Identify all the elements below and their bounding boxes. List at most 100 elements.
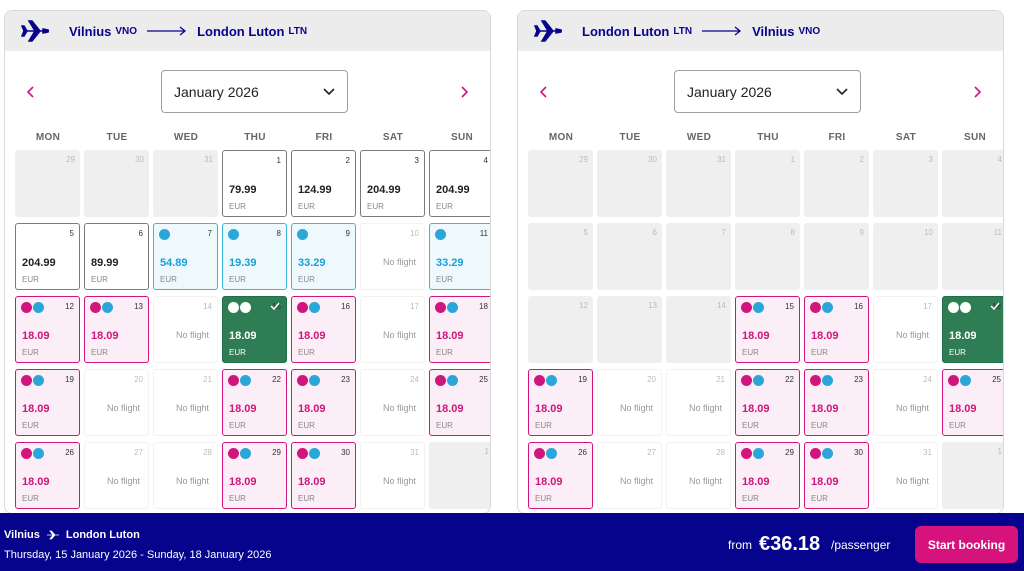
calendar-day[interactable]: 1 79.99 EUR (222, 150, 287, 217)
star-badge-icon (810, 448, 821, 459)
day-number: 14 (203, 302, 212, 311)
calendar-day[interactable]: 28 No flight (666, 442, 731, 509)
calendar-day[interactable]: 23 18.09 EUR (291, 369, 356, 436)
calendar-day[interactable]: 26 18.09 EUR (15, 442, 80, 509)
calendar-day[interactable]: 15 18.09 EUR (222, 296, 287, 363)
calendar-day[interactable]: 19 18.09 EUR (528, 369, 593, 436)
calendar-day[interactable]: 27 No flight (84, 442, 149, 509)
calendar-day[interactable]: 30 18.09 EUR (804, 442, 869, 509)
month-select[interactable]: January 2026 (161, 70, 348, 113)
calendar-day[interactable]: 3 204.99 EUR (360, 150, 425, 217)
weekday-fri: FRI (315, 132, 333, 143)
calendar-day[interactable]: 22 18.09 EUR (222, 369, 287, 436)
calendar-day[interactable]: 31 No flight (873, 442, 938, 509)
calendar-day[interactable]: 4 204.99 EUR (429, 150, 490, 217)
discount-badge-icon (240, 302, 251, 313)
calendar-day[interactable]: 11 33.29 EUR (429, 223, 490, 290)
inbound-calendar: London Luton LTN Vilnius VNO January 202… (517, 10, 1004, 514)
calendar-day[interactable]: 25 18.09 EUR (429, 369, 490, 436)
day-number: 27 (134, 448, 143, 457)
calendar-day[interactable]: 29 18.09 EUR (222, 442, 287, 509)
day-number: 30 (341, 448, 350, 457)
calendar-day[interactable]: 12 18.09 EUR (15, 296, 80, 363)
calendar-day[interactable]: 24 No flight (873, 369, 938, 436)
start-booking-button[interactable]: Start booking (915, 526, 1018, 563)
calendar-day[interactable]: 5 204.99 EUR (15, 223, 80, 290)
calendar-day[interactable]: 29 18.09 EUR (735, 442, 800, 509)
calendar-day[interactable]: 21 No flight (666, 369, 731, 436)
month-select[interactable]: January 2026 (674, 70, 861, 113)
calendar-day: 30 (597, 150, 662, 217)
currency-label: EUR (949, 421, 966, 430)
calendar-day[interactable]: 26 18.09 EUR (528, 442, 593, 509)
day-number: 27 (647, 448, 656, 457)
deal-badges (90, 302, 113, 313)
calendar-day[interactable]: 14 No flight (153, 296, 218, 363)
calendar-day[interactable]: 23 18.09 EUR (804, 369, 869, 436)
calendar-day[interactable]: 9 33.29 EUR (291, 223, 356, 290)
chevron-left-icon[interactable] (25, 85, 37, 99)
calendar-day[interactable]: 22 18.09 EUR (735, 369, 800, 436)
calendar-day[interactable]: 15 18.09 EUR (735, 296, 800, 363)
deal-badges (741, 375, 764, 386)
calendar-day: 14 (666, 296, 731, 363)
currency-label: EUR (298, 348, 315, 357)
calendar-day[interactable]: 20 No flight (597, 369, 662, 436)
calendar-day[interactable]: 27 No flight (597, 442, 662, 509)
calendar-day[interactable]: 18 18.09 EUR (942, 296, 1003, 363)
star-badge-icon (435, 375, 446, 386)
calendar-day[interactable]: 13 18.09 EUR (84, 296, 149, 363)
day-number: 6 (138, 229, 143, 238)
calendar-day[interactable]: 6 89.99 EUR (84, 223, 149, 290)
chevron-left-icon[interactable] (538, 85, 550, 99)
calendar-day: 31 (153, 150, 218, 217)
currency-label: EUR (811, 348, 828, 357)
day-number: 31 (923, 448, 932, 457)
calendar-day[interactable]: 20 No flight (84, 369, 149, 436)
calendar-day[interactable]: 28 No flight (153, 442, 218, 509)
calendar-day[interactable]: 21 No flight (153, 369, 218, 436)
calendar-day[interactable]: 17 No flight (873, 296, 938, 363)
calendar-day[interactable]: 16 18.09 EUR (291, 296, 356, 363)
no-flight-label: No flight (895, 403, 929, 413)
day-number: 3 (414, 156, 419, 165)
calendar-day[interactable]: 8 19.39 EUR (222, 223, 287, 290)
star-badge-icon (810, 375, 821, 386)
chevron-right-icon[interactable] (971, 85, 983, 99)
day-number: 6 (652, 228, 657, 237)
currency-label: EUR (811, 421, 828, 430)
deal-badges (435, 229, 446, 240)
calendar-day[interactable]: 31 No flight (360, 442, 425, 509)
star-badge-icon (948, 302, 959, 313)
discount-badge-icon (309, 302, 320, 313)
currency-label: EUR (742, 494, 759, 503)
currency-label: EUR (91, 348, 108, 357)
calendar-day[interactable]: 19 18.09 EUR (15, 369, 80, 436)
chevron-right-icon[interactable] (458, 85, 470, 99)
star-badge-icon (948, 375, 959, 386)
calendar-day[interactable]: 16 18.09 EUR (804, 296, 869, 363)
calendar-day[interactable]: 24 No flight (360, 369, 425, 436)
currency-label: EUR (298, 421, 315, 430)
star-badge-icon (90, 302, 101, 313)
calendar-day[interactable]: 10 No flight (360, 223, 425, 290)
calendar-day[interactable]: 17 No flight (360, 296, 425, 363)
currency-label: EUR (22, 348, 39, 357)
calendar-day[interactable]: 2 124.99 EUR (291, 150, 356, 217)
calendar-day[interactable]: 25 18.09 EUR (942, 369, 1003, 436)
calendar-day[interactable]: 30 18.09 EUR (291, 442, 356, 509)
day-price: 18.09 (535, 403, 563, 415)
day-price: 18.09 (811, 403, 839, 415)
discount-badge-icon (447, 375, 458, 386)
arrow-right-icon (702, 26, 742, 36)
deal-badges (534, 375, 557, 386)
calendar-day[interactable]: 7 54.89 EUR (153, 223, 218, 290)
day-price: 18.09 (949, 330, 977, 342)
currency-label: EUR (229, 494, 246, 503)
day-price: 89.99 (91, 257, 119, 269)
weekday-header: MON TUE WED THU FRI SAT SUN (5, 132, 490, 148)
day-number: 26 (578, 448, 587, 457)
calendar-day[interactable]: 18 18.09 EUR (429, 296, 490, 363)
day-number: 30 (648, 155, 657, 164)
star-badge-icon (741, 302, 752, 313)
